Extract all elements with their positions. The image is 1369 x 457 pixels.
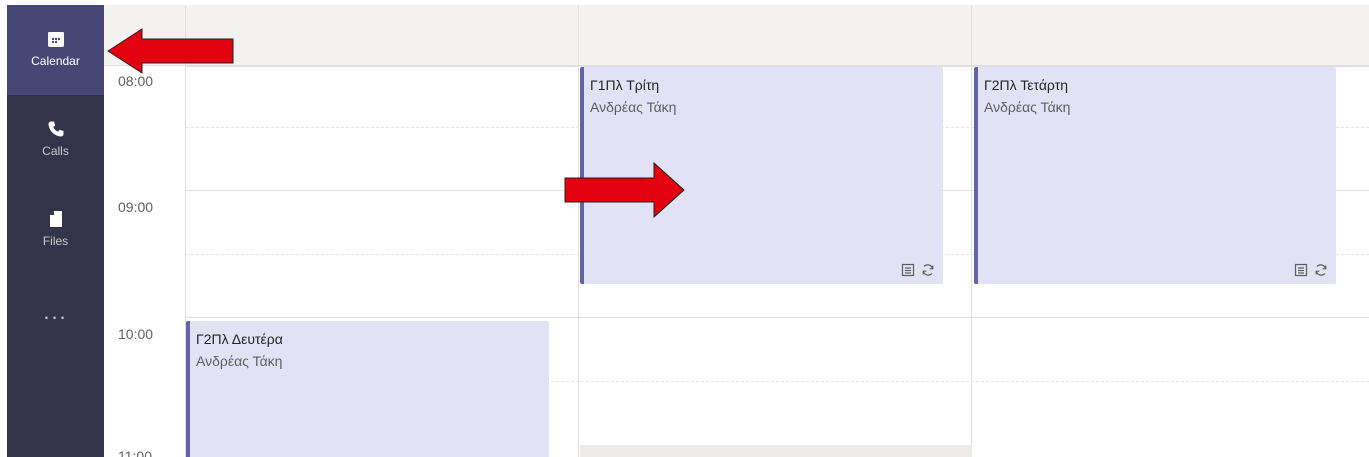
teams-window: Calendar Calls Files ... 08:00 09:00 10:… bbox=[0, 0, 1369, 457]
app-rail: Calendar Calls Files ... bbox=[7, 5, 104, 457]
calendar-icon bbox=[47, 32, 64, 47]
annotation-arrow-right bbox=[564, 161, 685, 219]
event-icons bbox=[901, 263, 935, 277]
recurring-icon bbox=[922, 264, 934, 276]
rail-item-label: Files bbox=[42, 234, 69, 248]
phone-icon bbox=[48, 121, 63, 137]
rail-item-calendar[interactable]: Calendar bbox=[7, 5, 104, 95]
hour-line bbox=[186, 317, 1369, 318]
calendar-event-monday[interactable]: Γ2Πλ Δευτέρα Ανδρέας Τάκη bbox=[186, 321, 549, 457]
calendar-grid: 08:00 09:00 10:00 11:00 Γ1Πλ Τρίτη Ανδρέ… bbox=[104, 5, 1369, 457]
rail-item-calls[interactable]: Calls bbox=[7, 95, 104, 185]
rail-item-label: Calendar bbox=[31, 54, 80, 68]
column-divider bbox=[578, 5, 579, 457]
calendar-event-wednesday[interactable]: Γ2Πλ Τετάρτη Ανδρέας Τάκη bbox=[974, 67, 1336, 284]
event-organizer: Ανδρέας Τάκη bbox=[590, 99, 677, 115]
time-label: 10:00 bbox=[118, 326, 154, 342]
day-header-row bbox=[104, 5, 1369, 66]
event-organizer: Ανδρέας Τάκη bbox=[196, 353, 283, 369]
meeting-notes-icon bbox=[1294, 263, 1308, 277]
time-label: 09:00 bbox=[118, 199, 154, 215]
rail-item-label: Calls bbox=[42, 144, 69, 158]
event-title: Γ1Πλ Τρίτη bbox=[590, 77, 660, 93]
event-title: Γ2Πλ Τετάρτη bbox=[984, 77, 1069, 93]
file-icon bbox=[49, 211, 62, 227]
event-title: Γ2Πλ Δευτέρα bbox=[196, 331, 283, 347]
recurring-icon bbox=[1315, 264, 1327, 276]
out-of-hours-band bbox=[580, 445, 972, 457]
meeting-notes-icon bbox=[901, 263, 915, 277]
event-icons bbox=[1294, 263, 1328, 277]
time-label: 11:00 bbox=[118, 448, 152, 457]
more-apps-button[interactable]: ... bbox=[7, 301, 104, 323]
rail-item-files[interactable]: Files bbox=[7, 185, 104, 275]
annotation-arrow-left bbox=[107, 28, 234, 74]
column-divider bbox=[971, 5, 972, 457]
event-organizer: Ανδρέας Τάκη bbox=[984, 99, 1071, 115]
